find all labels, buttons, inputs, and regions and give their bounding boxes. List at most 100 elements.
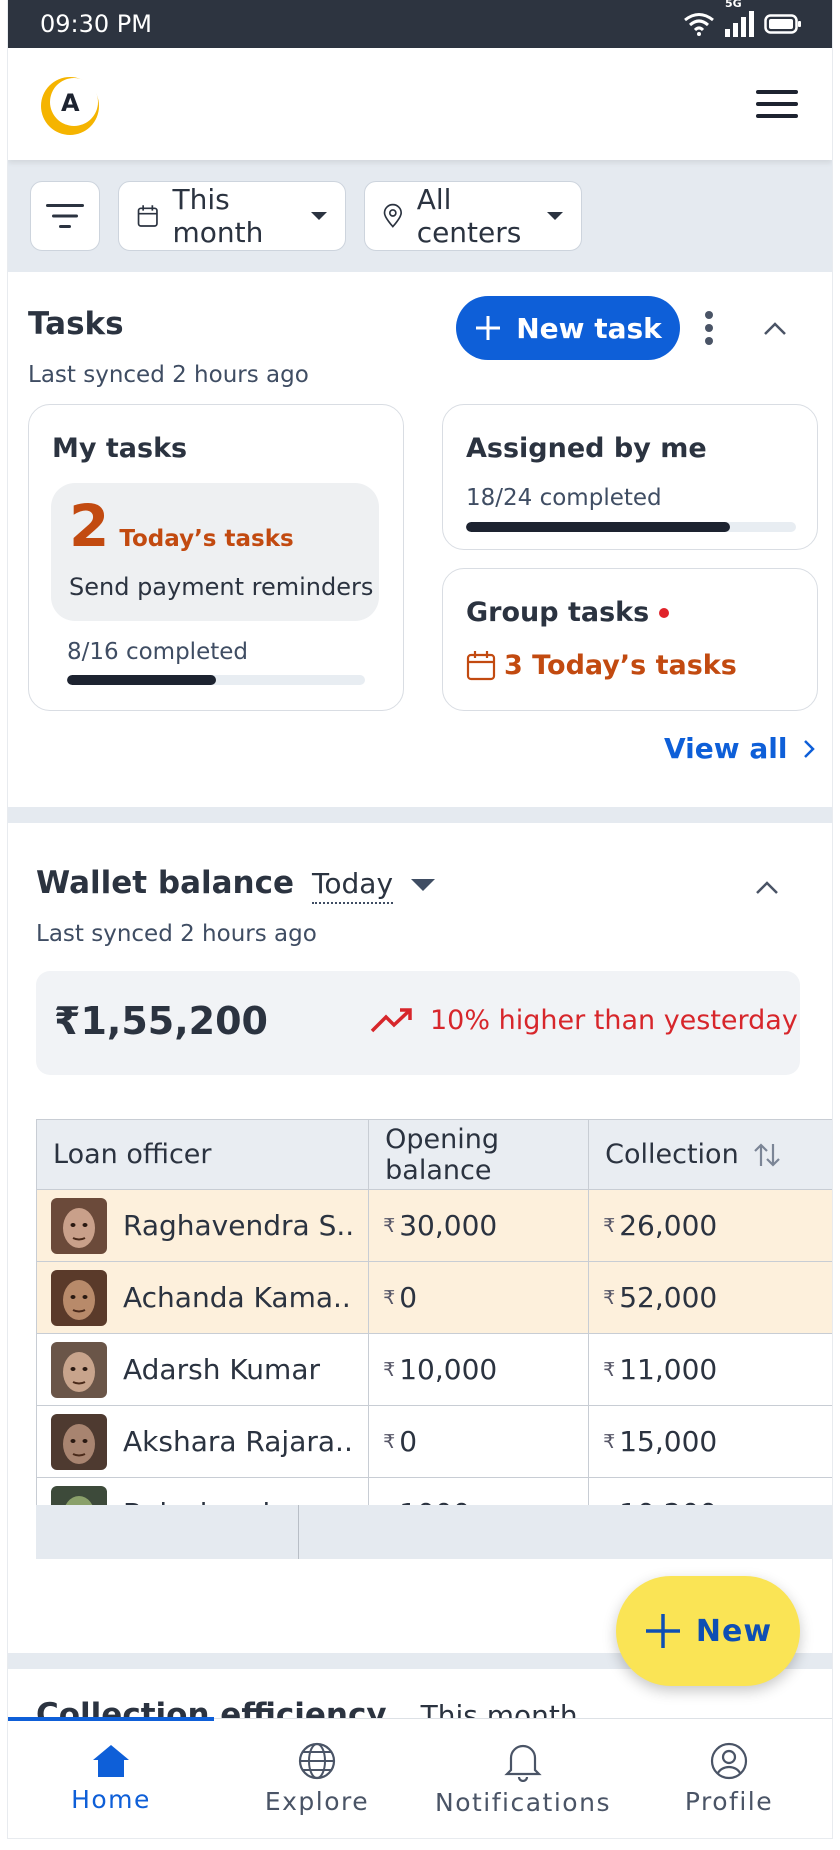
- collection-value: 52,000: [619, 1281, 718, 1314]
- new-task-button[interactable]: New task: [456, 296, 680, 360]
- sort-icon[interactable]: [753, 1142, 781, 1168]
- more-vertical-icon[interactable]: [703, 310, 715, 346]
- globe-icon: [298, 1742, 336, 1780]
- user-circle-icon: [710, 1742, 748, 1780]
- officer-name: Achanda Kama..: [123, 1281, 351, 1314]
- officer-name: Raghavendra S..: [123, 1209, 355, 1242]
- my-tasks-card[interactable]: My tasks 2 Today’s tasks Send payment re…: [28, 404, 404, 711]
- wallet-period-dropdown[interactable]: Today: [312, 867, 394, 904]
- avatar: [51, 1197, 107, 1254]
- view-all-link[interactable]: View all: [664, 732, 816, 765]
- collection-cell: ₹11,000: [588, 1333, 832, 1406]
- caret-down-icon: [547, 212, 563, 220]
- nav-explore[interactable]: Explore: [214, 1719, 420, 1838]
- filter-icon: [46, 204, 84, 228]
- collection-value: 15,000: [619, 1425, 718, 1458]
- chevron-up-icon[interactable]: [755, 879, 779, 895]
- column-header[interactable]: Opening balance: [368, 1119, 590, 1190]
- caret-down-icon[interactable]: [411, 878, 436, 891]
- wallet-amount: ₹1,55,200: [54, 999, 268, 1043]
- logo-letter: A: [61, 89, 80, 117]
- opening-balance-cell: ₹10,000: [368, 1333, 590, 1406]
- today-desc: Send payment reminders: [69, 573, 374, 601]
- group-tasks-title: Group tasks: [466, 597, 650, 628]
- chevron-up-icon[interactable]: [763, 320, 787, 336]
- status-bar: 09:30 PM 5G: [8, 0, 832, 48]
- avatar: [51, 1269, 107, 1326]
- period-value: This month: [172, 183, 264, 249]
- location-pin-icon: [383, 203, 403, 228]
- nav-home[interactable]: Home: [8, 1719, 214, 1838]
- table-row[interactable]: Akshara Rajara.. ₹0 ₹15,000: [35, 1405, 832, 1478]
- group-today: 3 Today’s tasks: [466, 649, 737, 681]
- fab-label: New: [695, 1613, 773, 1649]
- assigned-progress: [466, 522, 796, 532]
- wallet-sync-status: Last synced 2 hours ago: [36, 921, 317, 947]
- my-tasks-completed: 8/16 completed: [67, 639, 248, 665]
- opening-balance-value: 30,000: [399, 1209, 498, 1242]
- trend-label: 10% higher than yesterday: [430, 1005, 798, 1036]
- my-tasks-progress: [67, 675, 365, 685]
- period-dropdown[interactable]: This month: [118, 181, 346, 251]
- battery-icon: [764, 14, 801, 34]
- officer-cell: Adarsh Kumar: [35, 1333, 370, 1406]
- centers-dropdown[interactable]: All centers: [364, 181, 582, 251]
- tasks-section: Tasks New task Last synced 2 hours ago M…: [8, 272, 832, 807]
- tasks-title: Tasks: [28, 306, 124, 342]
- home-icon: [93, 1745, 129, 1777]
- today-label: Today’s tasks: [119, 526, 294, 552]
- avatar: [51, 1341, 107, 1398]
- nav-notifications-label: Notifications: [435, 1788, 611, 1817]
- network-type: 5G: [725, 0, 742, 10]
- assigned-title: Assigned by me: [466, 433, 707, 464]
- rupee-icon: ₹: [603, 1359, 616, 1381]
- avatar: [51, 1413, 107, 1470]
- table-footer: [36, 1505, 832, 1559]
- nav-profile[interactable]: Profile: [626, 1719, 832, 1838]
- view-all-label: View all: [664, 732, 788, 765]
- opening-balance-value: 0: [399, 1425, 418, 1458]
- new-task-label: New task: [516, 311, 662, 345]
- table-row[interactable]: Achanda Kama.. ₹0 ₹52,000: [35, 1261, 832, 1334]
- menu-icon[interactable]: [756, 89, 798, 119]
- caret-down-icon: [311, 212, 327, 220]
- app-bar: A: [8, 48, 832, 160]
- unread-dot: [659, 607, 670, 618]
- nav-home-label: Home: [71, 1785, 151, 1814]
- assigned-by-me-card[interactable]: Assigned by me 18/24 completed: [442, 404, 818, 550]
- active-tab-indicator: [8, 1717, 214, 1721]
- table-row[interactable]: Adarsh Kumar ₹10,000 ₹11,000: [35, 1333, 832, 1406]
- wallet-header: Wallet balance Today: [36, 865, 436, 904]
- column-header[interactable]: Loan officer: [35, 1119, 370, 1190]
- wallet-table: Loan officer Opening balance Collection …: [35, 1119, 832, 1550]
- wallet-trend: 10% higher than yesterday: [370, 1005, 798, 1036]
- rupee-icon: ₹: [603, 1287, 616, 1309]
- group-tasks-header: Group tasks: [466, 597, 670, 628]
- signal-icon: 5G: [725, 0, 754, 37]
- todays-tasks-box[interactable]: 2 Today’s tasks Send payment reminders: [51, 483, 379, 621]
- calendar-icon: [466, 651, 496, 681]
- officer-cell: Raghavendra S..: [35, 1189, 370, 1262]
- opening-balance-value: 0: [399, 1281, 418, 1314]
- group-tasks-card[interactable]: Group tasks 3 Today’s tasks: [442, 568, 818, 711]
- opening-balance-value: 10,000: [399, 1353, 498, 1386]
- status-time: 09:30 PM: [40, 10, 152, 38]
- wallet-section: Wallet balance Today Last synced 2 hours…: [8, 823, 832, 1653]
- collection-value: 11,000: [619, 1353, 718, 1386]
- column-header-sortable[interactable]: Collection: [588, 1119, 832, 1190]
- status-icons: 5G: [683, 0, 802, 37]
- today-count: 2: [69, 492, 110, 560]
- tasks-sync-status: Last synced 2 hours ago: [28, 362, 309, 388]
- wifi-icon: [684, 13, 714, 36]
- app-logo[interactable]: A: [38, 72, 102, 136]
- new-fab-button[interactable]: New: [616, 1576, 800, 1686]
- officer-cell: Akshara Rajara..: [35, 1405, 370, 1478]
- opening-balance-cell: ₹0: [368, 1405, 590, 1478]
- nav-notifications[interactable]: Notifications: [420, 1719, 626, 1838]
- plus-icon: [476, 316, 501, 340]
- wallet-period: Today: [312, 867, 394, 900]
- table-row[interactable]: Raghavendra S.. ₹30,000 ₹26,000: [35, 1189, 832, 1262]
- plus-icon: [645, 1614, 680, 1648]
- officer-name: Akshara Rajara..: [123, 1425, 353, 1458]
- filter-button[interactable]: [30, 181, 100, 251]
